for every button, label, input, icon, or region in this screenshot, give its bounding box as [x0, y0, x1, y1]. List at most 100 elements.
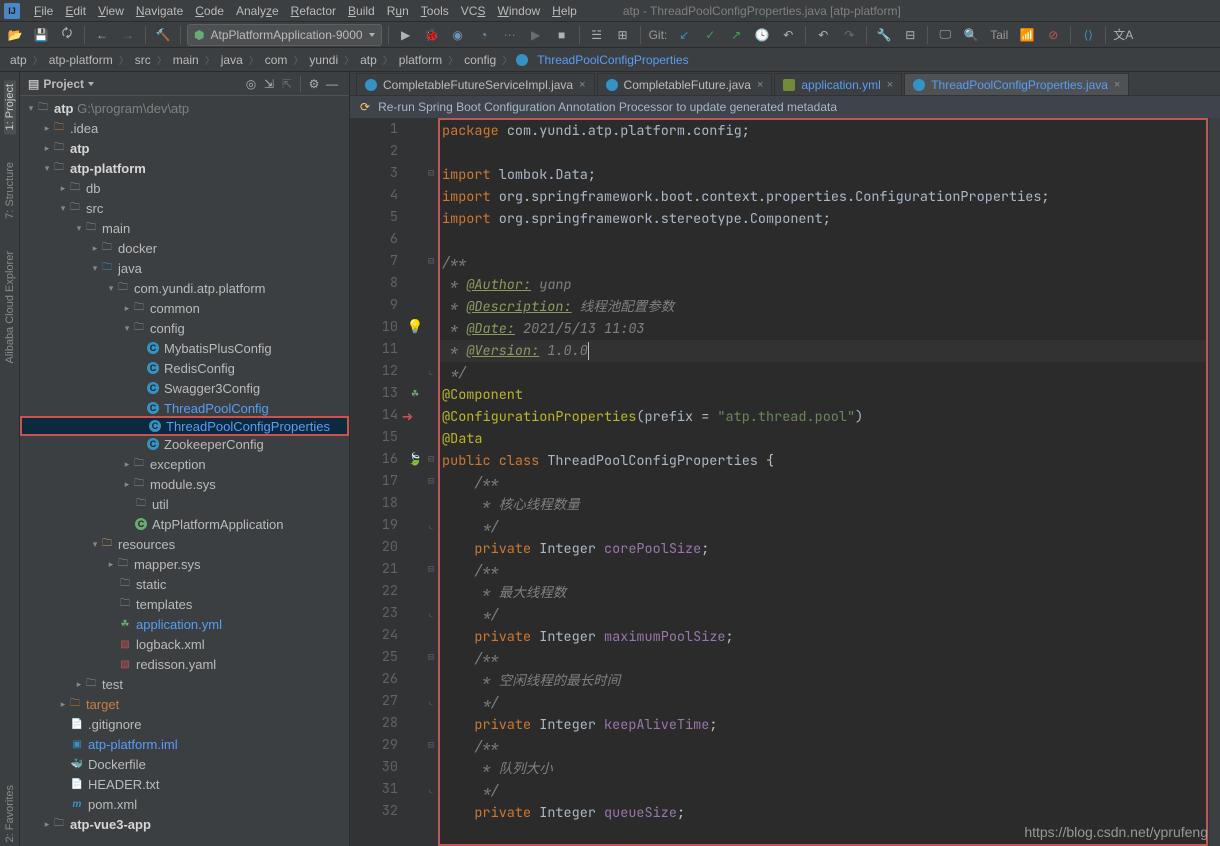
search-icon[interactable]: 🔍: [960, 24, 982, 46]
separator: [805, 26, 806, 44]
crumb[interactable]: main: [171, 52, 201, 68]
translate-icon[interactable]: 文A: [1112, 24, 1134, 46]
collapse-all-icon[interactable]: ⇱: [278, 75, 296, 93]
undo-icon[interactable]: ↶: [812, 24, 834, 46]
intellij-logo-icon: IJ: [4, 3, 20, 19]
crumb[interactable]: platform: [397, 52, 444, 68]
menu-vcs[interactable]: VCS: [455, 2, 492, 20]
git-rollback-icon[interactable]: ↶: [777, 24, 799, 46]
editor-tab-active[interactable]: ThreadPoolConfigProperties.java×: [904, 73, 1129, 95]
project-tree[interactable]: ▾🗀atp G:\program\dev\atp ▸🗀.idea ▸🗀atp ▾…: [20, 96, 349, 846]
crumb[interactable]: src: [133, 52, 153, 68]
tree-selected-file[interactable]: CThreadPoolConfigProperties: [20, 416, 349, 436]
save-all-icon[interactable]: 💾: [30, 24, 52, 46]
close-icon[interactable]: ×: [887, 79, 893, 91]
block-icon[interactable]: ⊘: [1042, 24, 1064, 46]
menu-window[interactable]: Window: [491, 2, 546, 20]
coverage-icon[interactable]: ◉: [447, 24, 469, 46]
git-push-icon[interactable]: ↗: [725, 24, 747, 46]
menu-run[interactable]: Run: [381, 2, 415, 20]
code-content[interactable]: package com.yundi.atp.platform.config; i…: [438, 118, 1208, 846]
crumb-current[interactable]: ThreadPoolConfigProperties: [535, 52, 690, 68]
code-editor[interactable]: 1234567891011121314151617181920212223242…: [350, 118, 1220, 846]
line-numbers: 1234567891011121314151617181920212223242…: [350, 118, 406, 846]
back-icon[interactable]: ←: [91, 24, 113, 46]
crumb[interactable]: atp-platform: [47, 52, 115, 68]
menu-tools[interactable]: Tools: [415, 2, 455, 20]
forward-icon[interactable]: →: [117, 24, 139, 46]
brackets-icon[interactable]: ⟨⟩: [1077, 24, 1099, 46]
crumb[interactable]: atp: [358, 52, 379, 68]
close-icon[interactable]: ×: [757, 79, 763, 91]
wifi-icon[interactable]: 📶: [1016, 24, 1038, 46]
crumb[interactable]: config: [462, 52, 498, 68]
redo-icon[interactable]: ↷: [838, 24, 860, 46]
class-icon: [913, 79, 925, 91]
select-opened-icon[interactable]: ◎: [242, 75, 260, 93]
git-update-icon[interactable]: ↙: [673, 24, 695, 46]
menu-file[interactable]: File: [28, 2, 59, 20]
open-icon[interactable]: 📂: [4, 24, 26, 46]
debug-icon[interactable]: 🐞: [421, 24, 443, 46]
separator: [866, 26, 867, 44]
monitor-icon[interactable]: 🖵: [934, 24, 956, 46]
git-history-icon[interactable]: 🕓: [751, 24, 773, 46]
editor-tab[interactable]: application.yml×: [774, 73, 902, 95]
annotation-banner[interactable]: ⟳ Re-run Spring Boot Configuration Annot…: [350, 96, 1220, 118]
menu-edit[interactable]: Edit: [59, 2, 92, 20]
separator: [640, 26, 641, 44]
build-icon[interactable]: 🔨: [152, 24, 174, 46]
project-panel-title: Project: [43, 77, 84, 91]
editor-tab[interactable]: CompletableFutureServiceImpl.java×: [356, 73, 595, 95]
tool-tab-structure[interactable]: 7: Structure: [4, 158, 16, 223]
editor-scrollbar[interactable]: [1208, 118, 1220, 846]
git-commit-icon[interactable]: ✓: [699, 24, 721, 46]
menu-help[interactable]: Help: [546, 2, 583, 20]
menu-build[interactable]: Build: [342, 2, 381, 20]
project-panel-header: ▤Project ◎ ⇲ ⇱ ⚙ —: [20, 72, 349, 96]
bulb-icon[interactable]: 💡: [407, 316, 424, 338]
crumb[interactable]: yundi: [307, 52, 340, 68]
sync-icon[interactable]: 🗘: [56, 24, 78, 46]
menu-analyze[interactable]: Analyze: [230, 2, 285, 20]
chevron-down-icon[interactable]: [88, 82, 94, 86]
tool-tab-alibaba[interactable]: Alibaba Cloud Explorer: [4, 247, 16, 368]
editor-area: CompletableFutureServiceImpl.java× Compl…: [350, 72, 1220, 846]
gutter-icons: 💡 ☘ 🍃: [406, 118, 424, 846]
close-icon[interactable]: ×: [579, 79, 585, 91]
editor-tab[interactable]: CompletableFuture.java×: [597, 73, 773, 95]
gear-icon[interactable]: ⚙: [305, 75, 323, 93]
crumb[interactable]: java: [219, 52, 245, 68]
separator: [84, 26, 85, 44]
tree-root[interactable]: atp: [54, 101, 74, 116]
menu-code[interactable]: Code: [189, 2, 230, 20]
attach-icon[interactable]: ⋯: [499, 24, 521, 46]
spring-bean-icon[interactable]: ☘: [411, 382, 418, 404]
build2-icon[interactable]: ☱: [586, 24, 608, 46]
run2-icon[interactable]: ▶: [525, 24, 547, 46]
wrench-icon[interactable]: 🔧: [873, 24, 895, 46]
run-config-combo[interactable]: ⬢ AtpPlatformApplication-9000: [187, 24, 382, 46]
menu-navigate[interactable]: Navigate: [130, 2, 189, 20]
crumb[interactable]: atp: [8, 52, 29, 68]
menu-view[interactable]: View: [92, 2, 130, 20]
menu-refactor[interactable]: Refactor: [285, 2, 342, 20]
stop-icon[interactable]: ■: [551, 24, 573, 46]
profile-icon[interactable]: ◔: [473, 24, 495, 46]
chevron-down-icon: [369, 33, 375, 37]
spring-leaf-icon[interactable]: 🍃: [408, 448, 423, 470]
run-icon[interactable]: ▶: [395, 24, 417, 46]
tool-tab-favorites[interactable]: 2: Favorites: [4, 781, 16, 846]
hide-panel-icon[interactable]: —: [323, 75, 341, 93]
sdk-icon[interactable]: ⊟: [899, 24, 921, 46]
tool-tab-project[interactable]: 1: Project: [4, 80, 16, 134]
expand-all-icon[interactable]: ⇲: [260, 75, 278, 93]
close-icon[interactable]: ×: [1114, 79, 1120, 91]
separator: [145, 26, 146, 44]
crumb[interactable]: com: [263, 52, 290, 68]
class-icon: [606, 79, 618, 91]
fold-column: ⊟⊟⌞⊟⊟⌞⊟⌞⊟⌞⊟⌞: [424, 118, 438, 846]
build3-icon[interactable]: ⊞: [612, 24, 634, 46]
left-tool-gutter: 1: Project 7: Structure Alibaba Cloud Ex…: [0, 72, 20, 846]
separator: [927, 26, 928, 44]
